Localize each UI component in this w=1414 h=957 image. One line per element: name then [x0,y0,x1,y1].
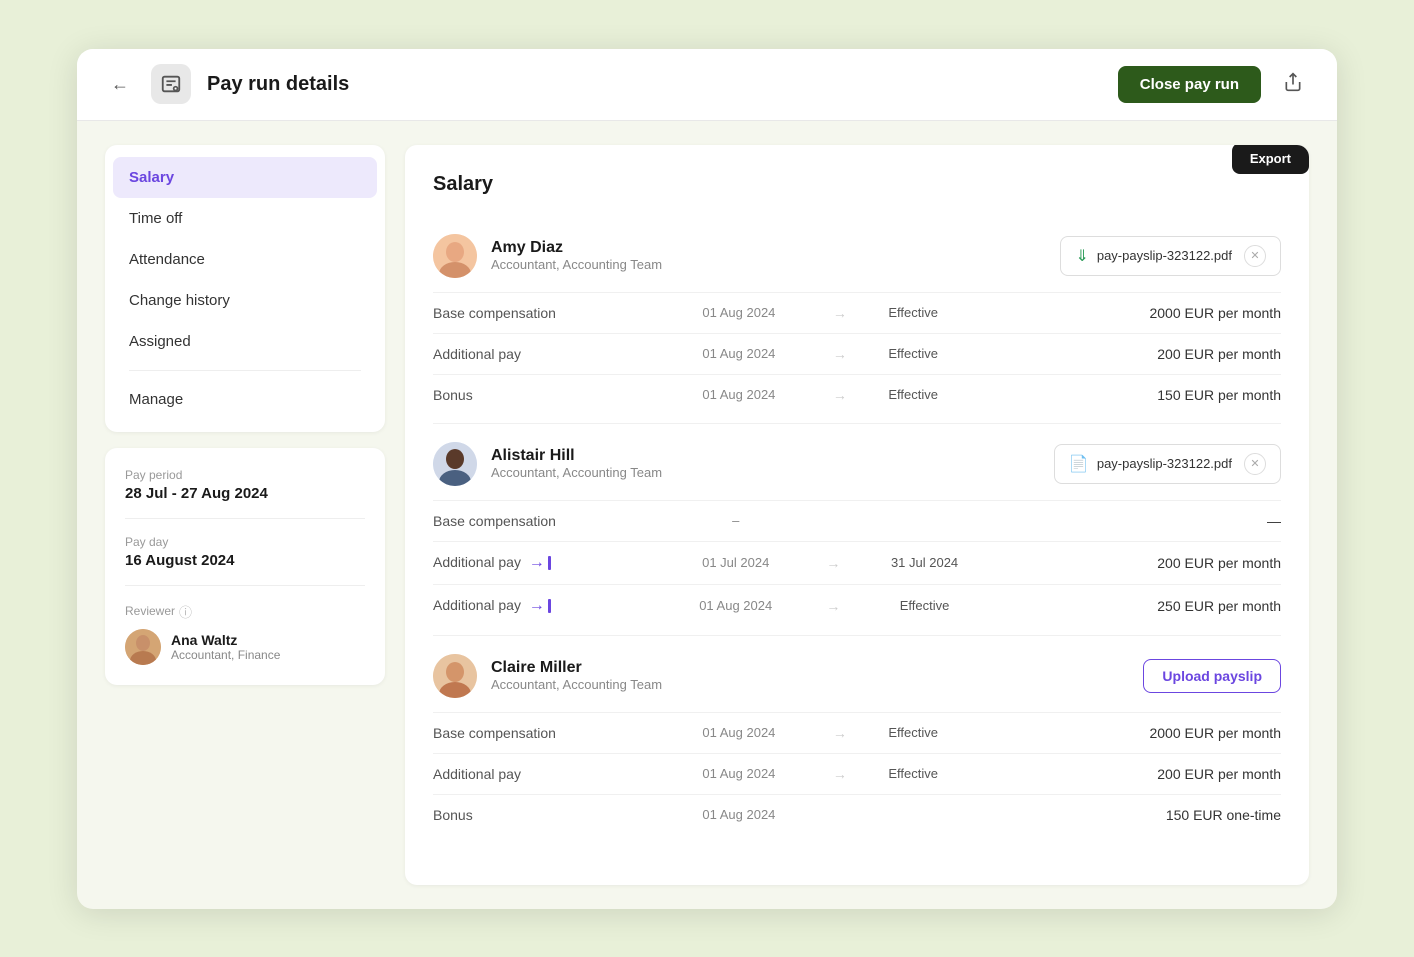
payslip-badge-alistair[interactable]: 📄 pay-payslip-323122.pdf ✕ [1054,444,1281,484]
emp-info-amy: Amy Diaz Accountant, Accounting Team [491,239,1046,272]
reviewer-role: Accountant, Finance [171,648,280,662]
section-divider-1 [433,423,1281,424]
share-button[interactable] [1277,66,1309,103]
employee-header-amy: Amy Diaz Accountant, Accounting Team ⇓ p… [433,220,1281,292]
pay-period-row: Pay period 28 Jul - 27 Aug 2024 [125,468,365,502]
info-icon: ⓘ [179,602,192,621]
nav-card: Salary Time off Attendance Change histor… [105,145,385,432]
upload-payslip-button[interactable]: Upload payslip [1143,659,1281,693]
sidebar-item-change-history[interactable]: Change history [113,280,377,321]
sidebar-item-time-off[interactable]: Time off [113,198,377,239]
table-row: Base compensation – — [433,500,1281,541]
employee-block-amy: Amy Diaz Accountant, Accounting Team ⇓ p… [433,220,1281,415]
emp-role-amy: Accountant, Accounting Team [491,257,1046,272]
sidebar: Salary Time off Attendance Change histor… [105,145,385,885]
history-arrow-icon-2[interactable]: → [529,597,551,615]
close-pay-run-button[interactable]: Close pay run [1118,66,1261,103]
reviewer-name: Ana Waltz [171,632,280,648]
payslip-badge-amy[interactable]: ⇓ pay-payslip-323122.pdf ✕ [1060,236,1281,276]
table-row: Additional pay → 01 Aug 2024 → Effective… [433,584,1281,627]
pay-period-label: Pay period [125,468,365,482]
employee-block-claire: Claire Miller Accountant, Accounting Tea… [433,640,1281,835]
app-window: ← Pay run details Close pay run [77,49,1337,909]
reviewer-row: Reviewer ⓘ Ana Waltz [125,602,365,665]
table-row: Additional pay 01 Aug 2024 → Effective 2… [433,753,1281,794]
main-panel: Export Salary Amy Dia [405,145,1309,885]
emp-role-claire: Accountant, Accounting Team [491,677,1129,692]
avatar-claire [433,654,477,698]
table-row: Additional pay → 01 Jul 2024 → 31 Jul 20… [433,541,1281,584]
payslip-filename-amy: pay-payslip-323122.pdf [1097,248,1232,263]
pay-day-value: 16 August 2024 [125,552,365,569]
avatar-alistair [433,442,477,486]
employee-header-claire: Claire Miller Accountant, Accounting Tea… [433,640,1281,712]
section-title: Salary [433,173,1281,196]
payslip-filename-alistair: pay-payslip-323122.pdf [1097,456,1232,471]
employee-header-alistair: Alistair Hill Accountant, Accounting Tea… [433,428,1281,500]
doc-icon: 📄 [1069,454,1089,474]
sidebar-item-manage[interactable]: Manage [113,379,377,420]
pay-day-label: Pay day [125,535,365,549]
info-card: Pay period 28 Jul - 27 Aug 2024 Pay day … [105,448,385,685]
sidebar-item-salary[interactable]: Salary [113,157,377,198]
page-title: Pay run details [207,73,1102,96]
pay-table-claire: Base compensation 01 Aug 2024 → Effectiv… [433,712,1281,835]
section-divider-2 [433,635,1281,636]
top-bar: ← Pay run details Close pay run [77,49,1337,121]
page-icon [151,64,191,104]
info-divider-1 [125,518,365,519]
emp-name-alistair: Alistair Hill [491,447,1040,465]
back-button[interactable]: ← [105,68,135,101]
emp-info-claire: Claire Miller Accountant, Accounting Tea… [491,659,1129,692]
table-row: Base compensation 01 Aug 2024 → Effectiv… [433,292,1281,333]
employee-block-alistair: Alistair Hill Accountant, Accounting Tea… [433,428,1281,627]
sidebar-item-assigned[interactable]: Assigned [113,321,377,362]
table-row: Bonus 01 Aug 2024 → Effective 150 EUR pe… [433,374,1281,415]
avatar-amy [433,234,477,278]
emp-name-claire: Claire Miller [491,659,1129,677]
emp-role-alistair: Accountant, Accounting Team [491,465,1040,480]
export-badge[interactable]: Export [1232,145,1309,174]
reviewer-info: Ana Waltz Accountant, Finance [125,629,365,665]
avatar [125,629,161,665]
table-row: Additional pay 01 Aug 2024 → Effective 2… [433,333,1281,374]
pay-table-alistair: Base compensation – — Additional pay → [433,500,1281,627]
pay-day-row: Pay day 16 August 2024 [125,535,365,569]
close-payslip-alistair[interactable]: ✕ [1244,453,1266,475]
close-payslip-amy[interactable]: ✕ [1244,245,1266,267]
pay-period-value: 28 Jul - 27 Aug 2024 [125,485,365,502]
table-row: Base compensation 01 Aug 2024 → Effectiv… [433,712,1281,753]
download-icon: ⇓ [1075,246,1088,266]
history-arrow-icon[interactable]: → [529,554,551,572]
emp-name-amy: Amy Diaz [491,239,1046,257]
sidebar-item-attendance[interactable]: Attendance [113,239,377,280]
main-content: Salary Amy Diaz Accoun [405,145,1309,871]
reviewer-label: Reviewer ⓘ [125,602,365,621]
reviewer-details: Ana Waltz Accountant, Finance [171,632,280,662]
pay-table-amy: Base compensation 01 Aug 2024 → Effectiv… [433,292,1281,415]
emp-info-alistair: Alistair Hill Accountant, Accounting Tea… [491,447,1040,480]
content-area: Salary Time off Attendance Change histor… [77,121,1337,909]
nav-divider [129,370,361,371]
info-divider-2 [125,585,365,586]
table-row: Bonus 01 Aug 2024 150 EUR one-time [433,794,1281,835]
